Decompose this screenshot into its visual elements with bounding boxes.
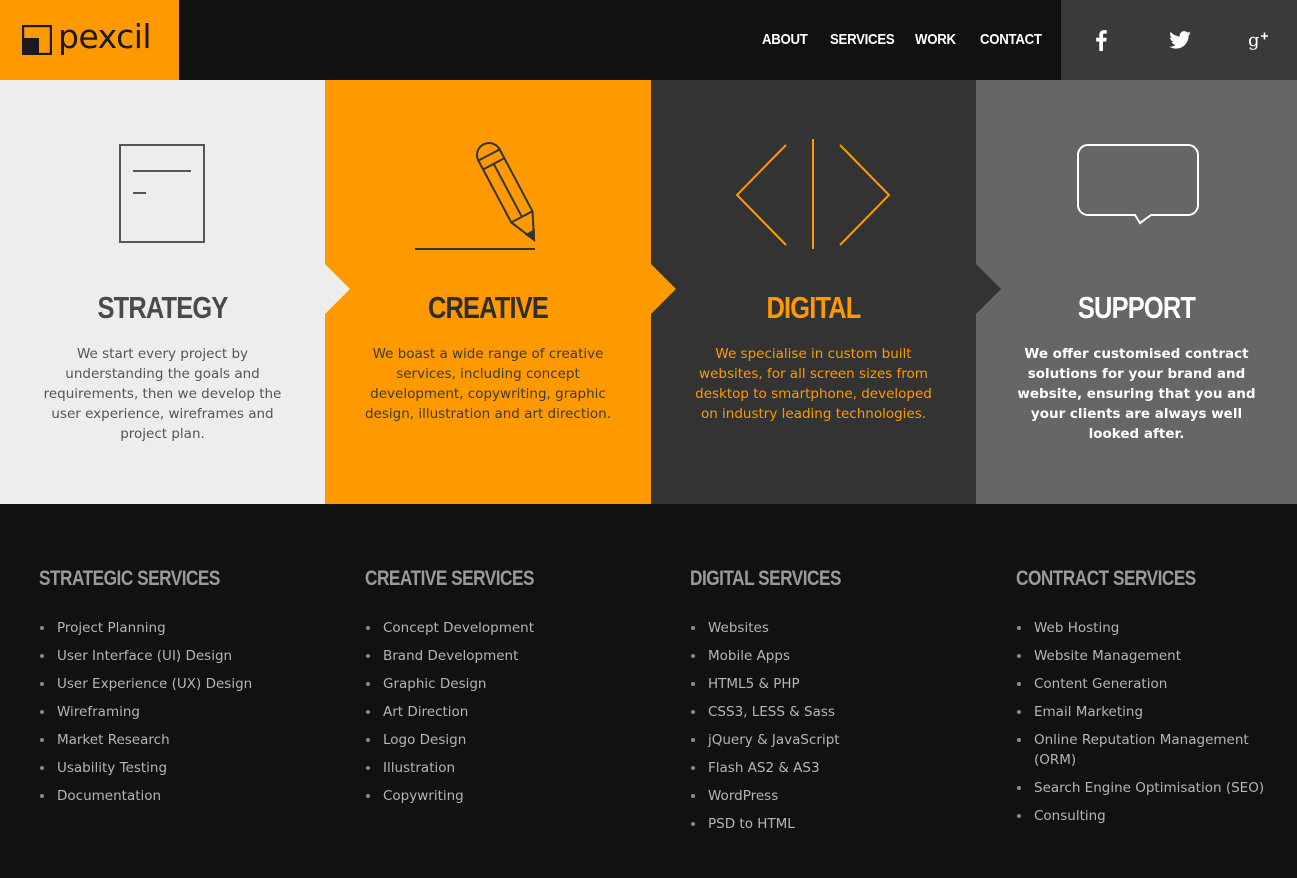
service-item: Mobile Apps — [690, 646, 950, 666]
service-item: User Interface (UI) Design — [39, 646, 299, 666]
service-item: Illustration — [365, 758, 625, 778]
service-item: Brand Development — [365, 646, 625, 666]
service-item: Graphic Design — [365, 674, 625, 694]
nav-services[interactable]: SERVICES — [830, 30, 895, 50]
panel-arrow — [651, 264, 676, 314]
code-brackets-icon — [735, 139, 891, 249]
panel-description: We offer customised contract solutions f… — [1017, 346, 1256, 442]
nav-about[interactable]: ABOUT — [762, 30, 808, 50]
service-item: WordPress — [690, 786, 950, 806]
panel-description: We boast a wide range of creative servic… — [364, 346, 612, 422]
nav-contact[interactable]: CONTACT — [980, 30, 1042, 50]
panel-description: We start every project by understanding … — [43, 346, 282, 442]
service-item: PSD to HTML — [690, 814, 950, 834]
services-list: Web Hosting Website Management Content Gen… — [1016, 618, 1276, 834]
panel-title: CREATIVE — [427, 290, 549, 325]
service-item: HTML5 & PHP — [690, 674, 950, 694]
panel-creative: CREATIVE We boast a wide range of creati… — [325, 80, 651, 504]
panel-title: STRATEGY — [97, 290, 229, 325]
service-item: User Experience (UX) Design — [39, 674, 299, 694]
services-list: Websites Mobile Apps HTML5 & PHP CSS3, LESS… — [690, 618, 950, 842]
panel-strategy: STRATEGY We start every project by under… — [0, 80, 325, 504]
services-section: STRATEGIC SERVICES Project Planning User … — [0, 504, 1297, 878]
service-item: Consulting — [1016, 806, 1276, 826]
services-list: Concept Development Brand Development Grap… — [365, 618, 625, 814]
services-heading: STRATEGIC SERVICES — [39, 567, 220, 590]
service-item: Usability Testing — [39, 758, 299, 778]
service-item: Market Research — [39, 730, 299, 750]
logo-text: pexcil — [58, 17, 152, 56]
services-heading: CREATIVE SERVICES — [365, 567, 534, 590]
service-item: Project Planning — [39, 618, 299, 638]
service-item: Flash AS2 & AS3 — [690, 758, 950, 778]
service-item: Websites — [690, 618, 950, 638]
panel-title: DIGITAL — [766, 290, 861, 325]
logo[interactable]: pexcil — [0, 0, 179, 80]
feature-panels: STRATEGY We start every project by under… — [0, 80, 1297, 504]
service-item: Art Direction — [365, 702, 625, 722]
panel-support: SUPPORT We offer customised contract sol… — [976, 80, 1297, 504]
service-item: Website Management — [1016, 646, 1276, 666]
twitter-button[interactable] — [1140, 0, 1219, 80]
social-links: g — [1061, 0, 1297, 80]
service-item: Online Reputation Management (ORM) — [1016, 730, 1276, 770]
svg-text:g: g — [1248, 30, 1260, 51]
logo-mark-icon — [22, 25, 52, 55]
service-item: Copywriting — [365, 786, 625, 806]
service-item: Documentation — [39, 786, 299, 806]
service-item: Web Hosting — [1016, 618, 1276, 638]
service-item: Search Engine Optimisation (SEO) — [1016, 778, 1276, 798]
service-item: CSS3, LESS & Sass — [690, 702, 950, 722]
panel-description: We specialise in custom built websites, … — [695, 346, 932, 422]
facebook-button[interactable] — [1061, 0, 1140, 80]
pencil-icon — [415, 142, 536, 250]
panel-arrow — [325, 264, 350, 314]
service-item: Logo Design — [365, 730, 625, 750]
nav-work[interactable]: WORK — [915, 30, 956, 50]
panel-digital: DIGITAL We specialise in custom built we… — [651, 80, 976, 504]
speech-bubble-icon — [1077, 144, 1199, 225]
google-plus-icon: g — [1248, 30, 1268, 51]
service-item: Content Generation — [1016, 674, 1276, 694]
facebook-icon — [1095, 29, 1107, 51]
services-heading: CONTRACT SERVICES — [1016, 567, 1196, 590]
site-header: pexcil ABOUT SERVICES WORK CONTACT g — [0, 0, 1297, 80]
panel-title: SUPPORT — [1077, 290, 1196, 325]
panel-arrow — [976, 264, 1001, 314]
twitter-icon — [1168, 31, 1191, 49]
google-plus-button[interactable]: g — [1219, 0, 1297, 80]
services-heading: DIGITAL SERVICES — [690, 567, 841, 590]
document-icon — [119, 144, 205, 243]
service-item: jQuery & JavaScript — [690, 730, 950, 750]
service-item: Wireframing — [39, 702, 299, 722]
service-item: Email Marketing — [1016, 702, 1276, 722]
service-item: Concept Development — [365, 618, 625, 638]
services-list: Project Planning User Interface (UI) Desi… — [39, 618, 299, 814]
